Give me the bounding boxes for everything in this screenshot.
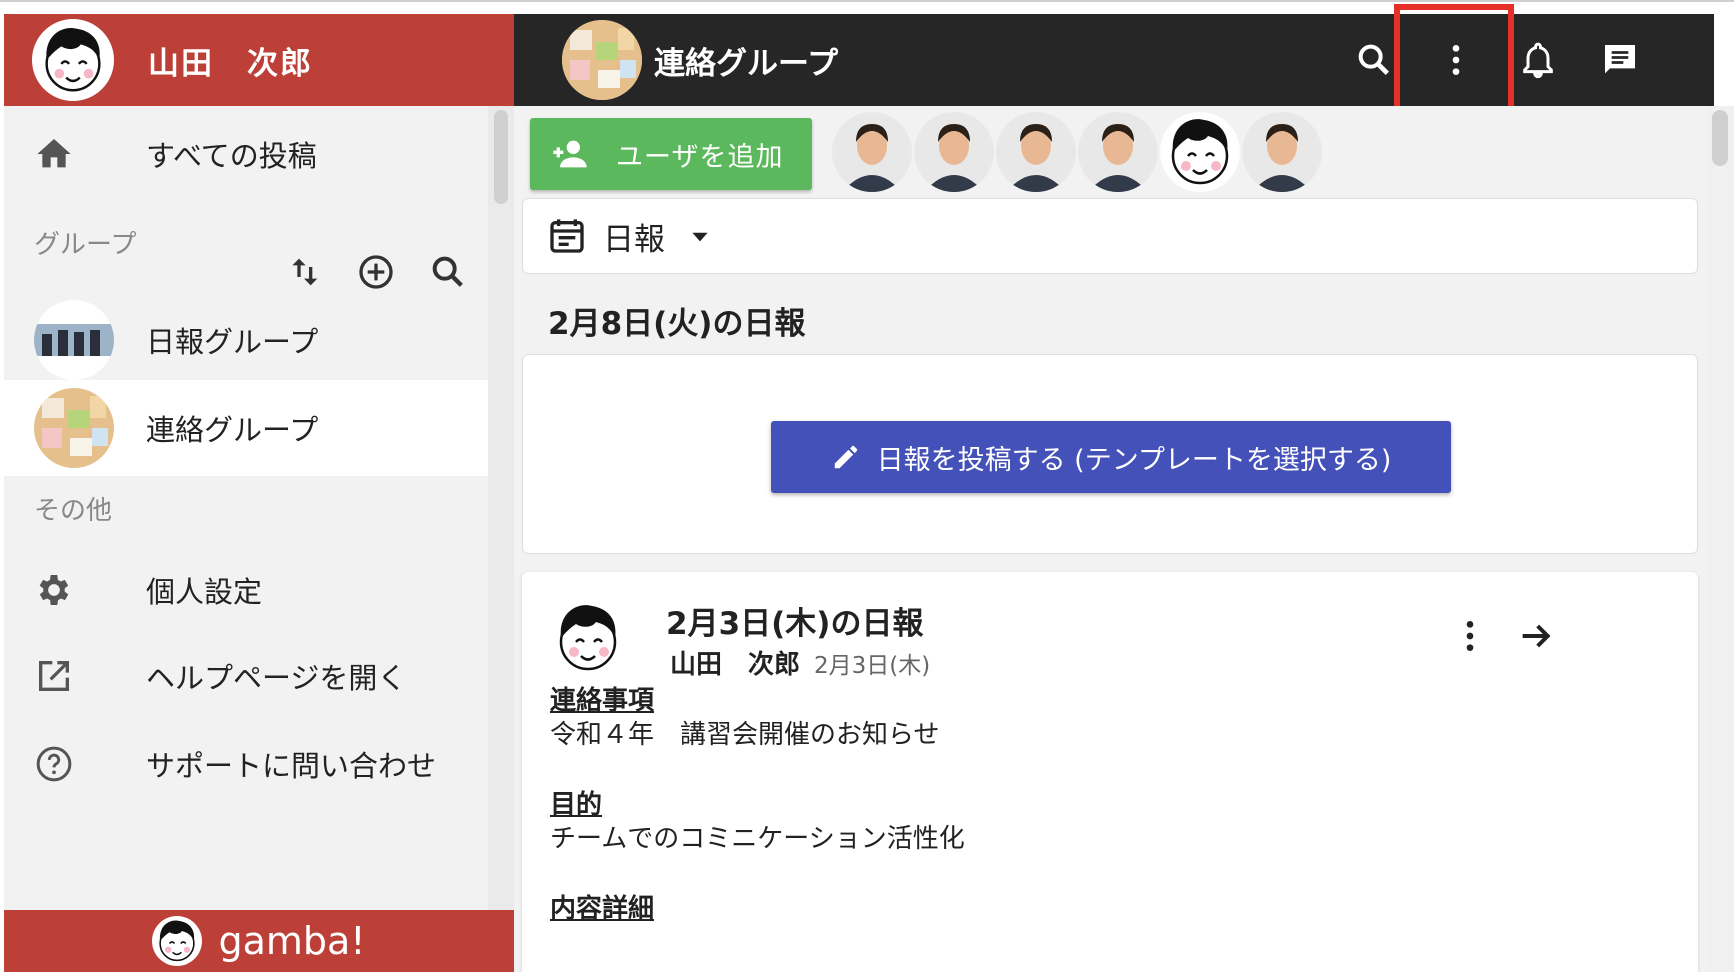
author-avatar[interactable]: [548, 598, 628, 678]
template-selector-label: 日報: [603, 221, 665, 258]
app-window: 山田 次郎 すべての投稿 グループ 日報グループ 連絡グループ その他 個人設定…: [0, 0, 1734, 972]
home-icon: [37, 139, 71, 168]
sidebar-scrollbar-track[interactable]: [488, 106, 514, 966]
member-avatar[interactable]: [1242, 112, 1322, 192]
group-avatar: [34, 388, 114, 468]
more-vert-icon[interactable]: [1450, 616, 1490, 656]
top-bar: 連絡グループ: [514, 14, 1714, 106]
user-header[interactable]: 山田 次郎: [4, 14, 514, 106]
sidebar-item-label: 連絡グループ: [146, 413, 319, 447]
sidebar-item-group-daily[interactable]: 日報グループ: [4, 292, 488, 388]
sidebar-item-label: 個人設定: [146, 575, 263, 609]
member-avatar[interactable]: [1160, 112, 1240, 192]
report-card: 2月3日(木)の日報 山田 次郎 2月3日(木) 連絡事項 令和４年 講習会開催…: [522, 572, 1698, 972]
post-report-label: 日報を投稿する (テンプレートを選択する): [876, 444, 1392, 476]
member-avatars: [832, 112, 1322, 192]
post-report-button[interactable]: 日報を投稿する (テンプレートを選択する): [771, 421, 1451, 493]
sidebar-item-all-posts[interactable]: すべての投稿: [4, 106, 488, 202]
user-name: 山田 次郎: [148, 45, 313, 82]
group-avatar: [34, 300, 114, 380]
bell-icon[interactable]: [1518, 40, 1558, 80]
help-circle-icon: [36, 746, 72, 782]
sidebar-item-group-contact[interactable]: 連絡グループ: [4, 380, 488, 476]
report-date: 2月3日(木): [814, 653, 931, 679]
open-external-icon: [39, 661, 69, 691]
main-scrollbar-thumb[interactable]: [1712, 110, 1728, 166]
member-avatar[interactable]: [996, 112, 1076, 192]
calendar-icon: [550, 219, 584, 253]
pencil-icon: [834, 445, 857, 469]
add-user-label: ユーザを追加: [616, 141, 784, 173]
date-heading: 2月8日(火)の日報: [548, 306, 806, 342]
message-icon[interactable]: [1600, 40, 1640, 80]
member-avatar[interactable]: [1078, 112, 1158, 192]
section-heading: 連絡事項: [550, 686, 655, 716]
sidebar-item-label: ヘルプページを開く: [146, 661, 407, 695]
other-section-label: その他: [34, 496, 113, 526]
brand-footer: gamba!: [4, 910, 514, 972]
report-author: 山田 次郎: [670, 650, 801, 680]
section-text: チームでのコミニケーション活性化: [550, 824, 965, 854]
sidebar-item-support[interactable]: サポートに問い合わせ: [4, 716, 488, 812]
sidebar: 山田 次郎 すべての投稿 グループ 日報グループ 連絡グループ その他 個人設定…: [4, 14, 514, 972]
group-avatar: [562, 20, 642, 100]
brand-name: gamba!: [218, 919, 366, 963]
section-heading: 内容詳細: [550, 894, 655, 924]
section-text: 令和４年 講習会開催のお知らせ: [550, 720, 940, 750]
gear-icon: [39, 575, 69, 605]
member-avatar[interactable]: [832, 112, 912, 192]
member-avatar[interactable]: [914, 112, 994, 192]
group-title: 連絡グループ: [654, 45, 839, 82]
main-content: ユーザを追加 日報 2月8日(火)の日報 日報を投稿する (テンプレートを選択す…: [514, 106, 1714, 972]
add-user-button[interactable]: ユーザを追加: [530, 118, 812, 190]
search-icon[interactable]: [1354, 40, 1394, 80]
search-group-icon[interactable]: [428, 252, 468, 292]
arrow-right-icon[interactable]: [1516, 616, 1556, 656]
section-heading: 目的: [550, 790, 603, 820]
groups-section-label: グループ: [34, 230, 137, 260]
sidebar-item-help[interactable]: ヘルプページを開く: [4, 628, 488, 724]
user-avatar[interactable]: [32, 19, 114, 101]
sidebar-item-label: すべての投稿: [146, 139, 317, 173]
sidebar-item-label: 日報グループ: [146, 325, 319, 359]
template-selector[interactable]: 日報: [522, 198, 1698, 274]
main-scrollbar-track[interactable]: [1706, 106, 1734, 972]
brand-logo: [152, 916, 203, 966]
add-group-icon[interactable]: [356, 252, 396, 292]
sidebar-item-settings[interactable]: 個人設定: [4, 542, 488, 638]
add-user-icon: [553, 140, 587, 168]
sidebar-scrollbar-thumb[interactable]: [494, 110, 508, 204]
report-title[interactable]: 2月3日(木)の日報: [666, 598, 923, 643]
chevron-down-icon: [692, 232, 708, 242]
group-tools: [284, 252, 468, 292]
sidebar-item-label: サポートに問い合わせ: [146, 749, 437, 783]
sort-icon[interactable]: [284, 252, 324, 292]
post-card: 日報を投稿する (テンプレートを選択する): [522, 354, 1698, 554]
